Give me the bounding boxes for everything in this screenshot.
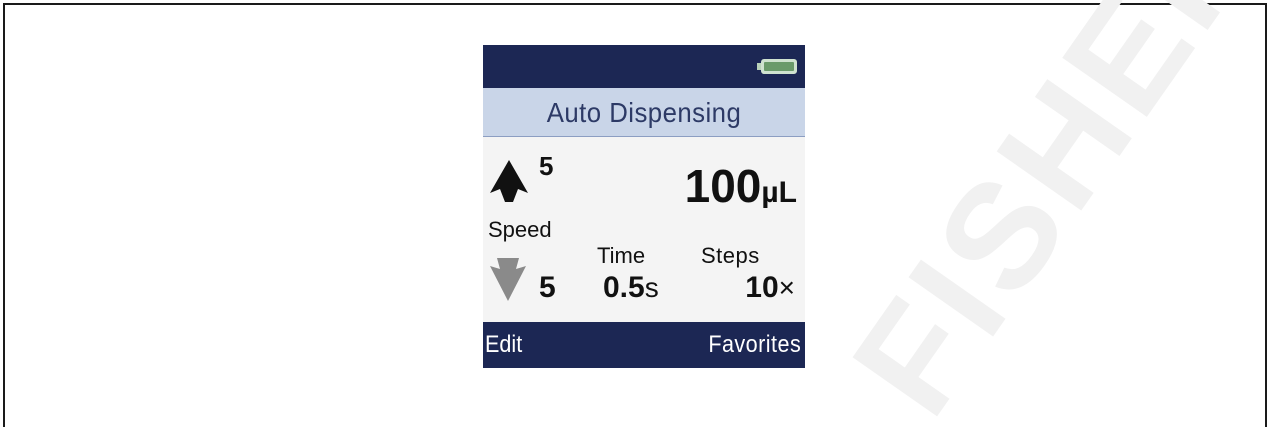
steps-unit: × <box>778 272 795 303</box>
steps-label: Steps <box>701 243 760 268</box>
time-number: 0.5 <box>603 271 645 304</box>
dispense-speed-value[interactable]: 5 <box>539 271 556 305</box>
battery-full-icon <box>757 59 797 74</box>
pipette-display: Auto Dispensing 5 Speed 5 100µL Time Ste… <box>483 45 805 368</box>
arrow-up-icon <box>490 160 528 202</box>
time-label: Time <box>597 243 646 268</box>
mode-title-bar: Auto Dispensing <box>483 88 805 137</box>
aspirate-speed-value[interactable]: 5 <box>539 151 553 182</box>
mode-title: Auto Dispensing <box>546 97 742 128</box>
volume-number: 100 <box>684 160 762 212</box>
time-unit: s <box>644 272 659 303</box>
time-value[interactable]: 0.5s <box>603 271 659 305</box>
favorites-softkey[interactable]: Favorites <box>708 322 801 368</box>
steps-number: 10 <box>745 271 779 304</box>
arrow-down-icon <box>490 258 526 301</box>
volume-unit: µL <box>761 176 797 209</box>
status-bar <box>483 45 805 88</box>
settings-panel: 5 Speed 5 100µL Time Steps 0.5s 10× <box>483 137 805 322</box>
volume-value[interactable]: 100µL <box>685 159 797 213</box>
softkey-bar: Edit Favorites <box>483 322 805 368</box>
steps-value[interactable]: 10× <box>745 271 795 305</box>
speed-label: Speed <box>488 217 552 242</box>
edit-softkey[interactable]: Edit <box>485 322 522 368</box>
